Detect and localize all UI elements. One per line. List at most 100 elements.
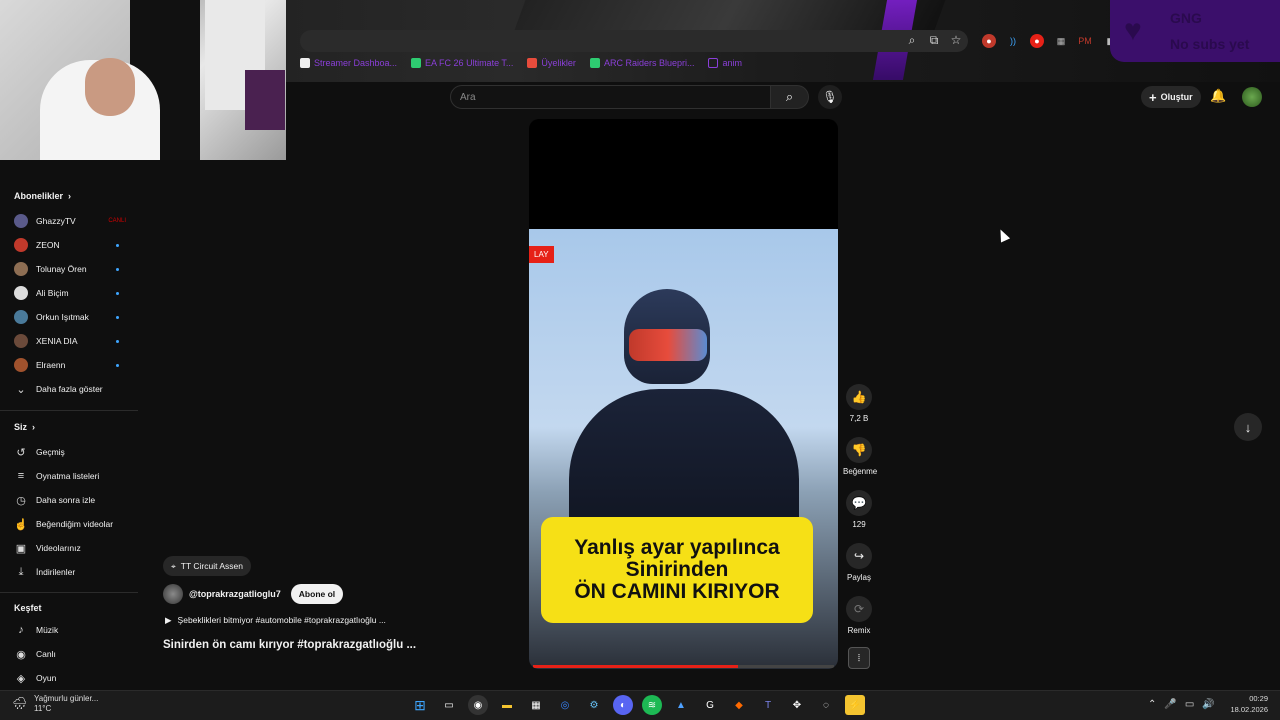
bookmark-star-icon[interactable]: ☆ (949, 33, 963, 47)
windows-start-icon[interactable]: ⊞ (410, 695, 430, 715)
channel-avatar[interactable] (163, 584, 183, 604)
comments-button[interactable]: 💬 129 (843, 490, 875, 529)
app-yellow-icon[interactable]: ⚡ (845, 695, 865, 715)
microphone-icon[interactable]: 🎤 (1164, 699, 1176, 710)
chevron-up-icon[interactable]: ⌃ (1148, 699, 1156, 710)
sidebar-item-gaming[interactable]: ◈ Oyun (14, 671, 126, 685)
search-input[interactable]: Ara (450, 85, 771, 109)
date: 18.02.2026 (1230, 704, 1268, 714)
sidebar-item-your-videos[interactable]: ▣ Videolarınız (14, 541, 126, 555)
sidebar-item-ali-bicim[interactable]: Ali Biçim (14, 286, 126, 300)
bookmark-item[interactable]: ARC Raiders Bluepri... (589, 58, 694, 68)
mouse-cursor (995, 227, 1011, 243)
steam-icon[interactable]: ⚙ (584, 695, 604, 715)
obs-icon[interactable]: ◌ (816, 695, 836, 715)
location-chip[interactable]: ⌖ TT Circuit Assen (163, 556, 251, 576)
file-explorer-icon[interactable]: ▬ (497, 695, 517, 715)
channel-name[interactable]: @toprakrazgatlioglu7 (189, 589, 281, 599)
sidebar-item-downloads[interactable]: ⤓ İndirilenler (14, 565, 126, 579)
sidebar: Abonelikler › GhazzyTV CANLI ZEON Tolunay… (0, 160, 140, 690)
address-bar[interactable] (300, 30, 968, 52)
like-button[interactable]: 👍 7,2 B (843, 384, 875, 423)
install-app-icon[interactable]: ⧉ (927, 33, 941, 47)
webcam-monitor (245, 70, 285, 130)
extension-shield-icon[interactable]: ● (1030, 34, 1044, 48)
time: 00:29 (1249, 694, 1268, 703)
next-video-button[interactable]: ↓ (1234, 413, 1262, 441)
photos-icon[interactable]: ▲ (671, 695, 691, 715)
video-description[interactable]: ▶ Şebeklikleri bitmiyor #automobile #topr… (165, 615, 386, 626)
extension-red-icon[interactable]: ● (982, 34, 996, 48)
spotify-icon[interactable]: ≋ (642, 695, 662, 715)
sidebar-item-xenia[interactable]: XENIA DIA (14, 334, 126, 348)
video-visor (629, 329, 707, 361)
app-globe-icon[interactable]: ✥ (787, 695, 807, 715)
network-icon[interactable]: ▭ (1185, 699, 1194, 710)
extension-pm-icon[interactable]: PM (1078, 34, 1092, 48)
bookmarks-bar: Streamer Dashboa... EA FC 26 Ultimate T.… (300, 58, 742, 68)
progress-fill (533, 665, 738, 668)
sidebar-item-live[interactable]: ◉ Canlı (14, 647, 126, 661)
store-icon[interactable]: ▦ (526, 695, 546, 715)
chrome-icon[interactable]: ◉ (468, 695, 488, 715)
sound-button[interactable]: ⦙ (843, 647, 875, 669)
weather-widget[interactable]: 🌧 Yağmurlu günler... 11°C (12, 694, 98, 713)
share-button[interactable]: ↪ Paylaş (843, 543, 875, 582)
bookmark-folder[interactable]: anim (708, 58, 742, 68)
sidebar-item-history[interactable]: ↺ Geçmiş (14, 445, 126, 459)
task-view-icon[interactable]: ▭ (439, 695, 459, 715)
sidebar-item-music[interactable]: ♪ Müzik (14, 623, 126, 637)
app-g-icon[interactable]: G (700, 695, 720, 715)
bookmark-item[interactable]: Üyelikler (527, 58, 576, 68)
folder-icon (708, 58, 719, 68)
play-icon: ▶ (165, 615, 172, 625)
overlay-subtitle: No subs yet (1170, 36, 1250, 52)
sidebar-item-playlists[interactable]: ≡ Oynatma listeleri (14, 469, 126, 483)
bookmark-item[interactable]: Streamer Dashboa... (300, 58, 397, 68)
sidebar-item-watch-later[interactable]: ◷ Daha sonra izle (14, 493, 126, 507)
live-icon: ◉ (16, 648, 26, 661)
clock[interactable]: 00:29 18.02.2026 (1198, 694, 1268, 715)
subscribe-button[interactable]: Abone ol (290, 584, 344, 604)
sidebar-item-orkun[interactable]: Orkun Işıtmak (14, 310, 126, 324)
teams-icon[interactable]: T (758, 695, 778, 715)
sidebar-item-liked-videos[interactable]: ☝ Beğendiğim videolar (14, 517, 126, 531)
sidebar-item-tolunay[interactable]: Tolunay Ören (14, 262, 126, 276)
you-heading[interactable]: Siz › (14, 422, 35, 432)
voice-search-button[interactable]: 🎙 (818, 85, 842, 109)
weather-text: Yağmurlu günler... (34, 694, 99, 703)
new-content-dot (116, 315, 119, 319)
gamepad-icon: ◈ (16, 672, 26, 685)
zoom-icon[interactable]: ⌕ (905, 33, 919, 47)
outlook-icon[interactable]: ◎ (555, 695, 575, 715)
discord-icon[interactable]: ◐ (613, 695, 633, 715)
notifications-bell-icon[interactable]: 🔔 (1210, 88, 1226, 104)
shorts-video-player[interactable]: LAY Yanlış ayar yapılınca Sinirinden ÖN … (529, 119, 838, 669)
bookmark-item[interactable]: EA FC 26 Ultimate T... (411, 58, 513, 68)
explore-heading: Keşfet (14, 603, 42, 613)
bookmark-icon (589, 58, 600, 68)
remix-button[interactable]: ⟳ Remix (843, 596, 875, 635)
webcam-head (85, 58, 135, 116)
video-title[interactable]: Sinirden ön camı kırıyor #toprakrazgatlı… (163, 639, 416, 651)
create-button[interactable]: + Oluştur (1141, 86, 1201, 108)
subscriptions-heading[interactable]: Abonelikler › (14, 191, 71, 201)
sidebar-item-elraenn[interactable]: Elraenn (14, 358, 126, 372)
dislike-button[interactable]: 👎 Beğenme (843, 437, 877, 476)
search-button[interactable]: ⌕ (771, 85, 809, 109)
sidebar-item-zeon[interactable]: ZEON (14, 238, 126, 252)
show-more-button[interactable]: ⌄ Daha fazla göster (14, 382, 126, 396)
new-content-dot (116, 339, 119, 343)
extension-grid-icon[interactable]: ▦ (1054, 34, 1068, 48)
sidebar-item-ghazzytv[interactable]: GhazzyTV CANLI (14, 214, 126, 228)
sidebar-divider (0, 410, 138, 411)
channel-avatar (14, 262, 28, 276)
address-bar-actions: ⌕ ⧉ ☆ (905, 33, 963, 48)
channel-avatar (14, 310, 28, 324)
taskbar-apps: ⊞ ▭ ◉ ▬ ▦ ◎ ⚙ ◐ ≋ ▲ G ◆ T ✥ ◌ ⚡ (410, 695, 865, 715)
download-icon: ⤓ (18, 565, 24, 578)
extension-audio-icon[interactable]: )) (1006, 34, 1020, 48)
app-orange-icon[interactable]: ◆ (729, 695, 749, 715)
microphone-icon: 🎙 (822, 90, 838, 104)
account-avatar[interactable] (1242, 87, 1262, 107)
